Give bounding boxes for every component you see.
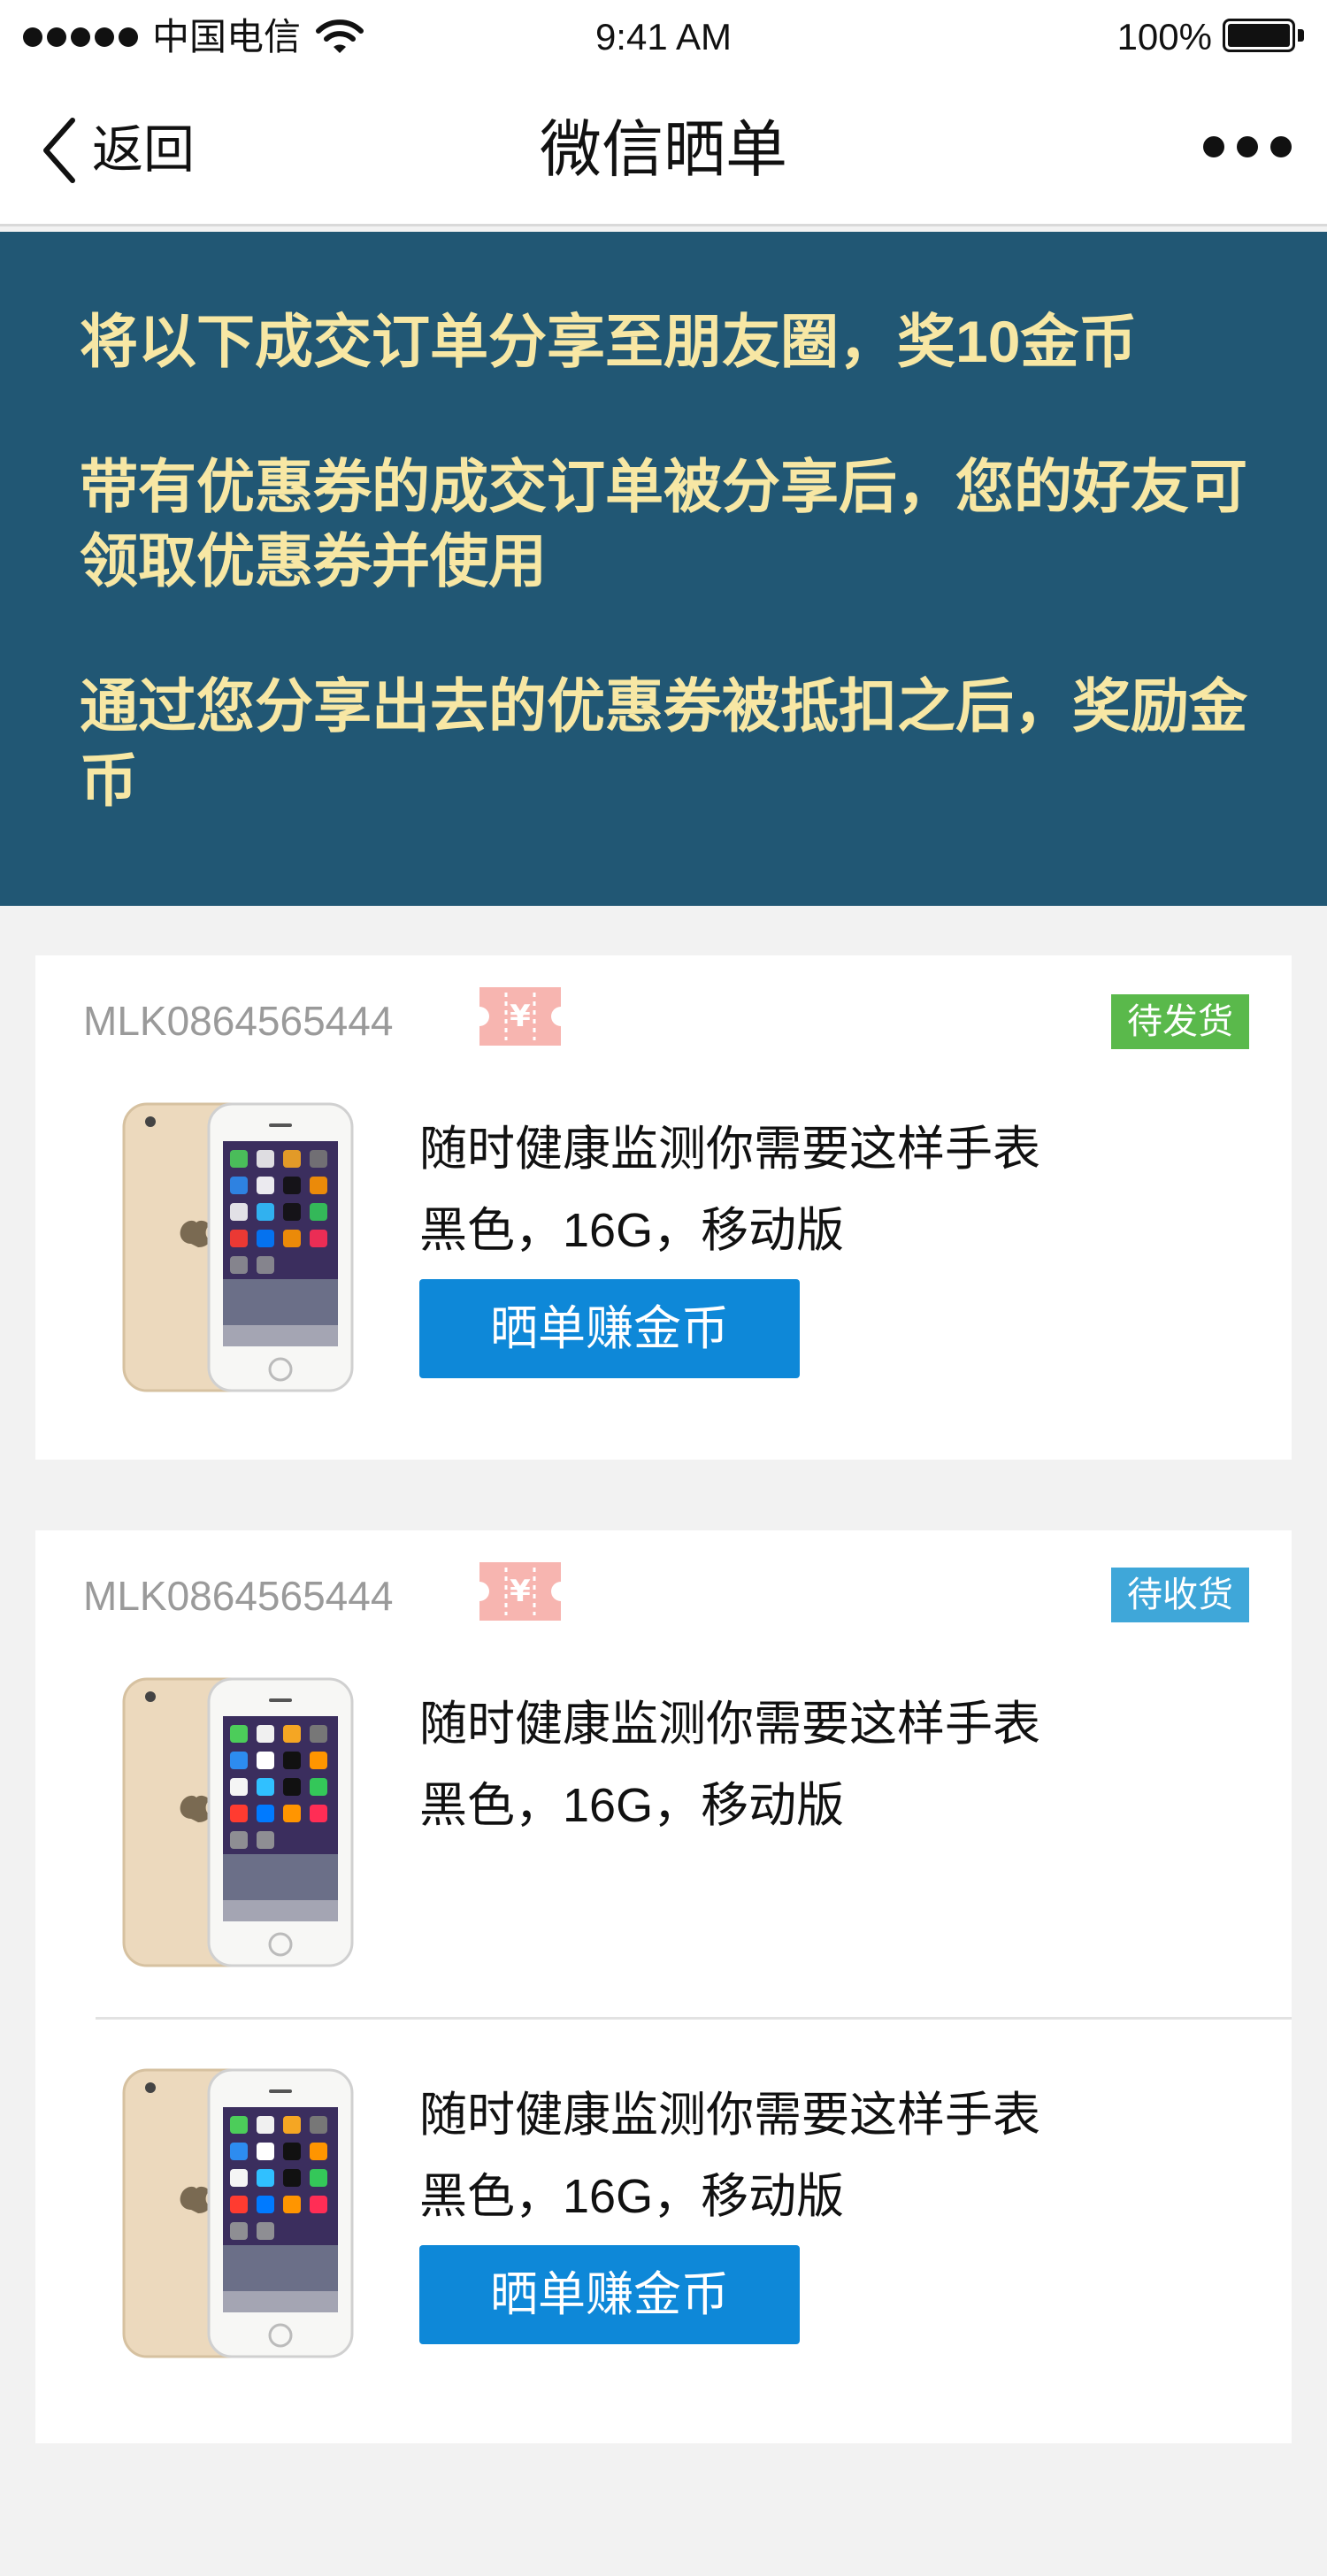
order-number: MLK0864565444: [83, 998, 394, 1044]
phone-product-image: [122, 1102, 354, 1392]
status-badge: 待收货: [1111, 1568, 1249, 1622]
product-name: 随时健康监测你需要这样手表: [419, 1123, 1040, 1176]
status-right: 100%: [1117, 12, 1304, 62]
status-bar: 中国电信 9:41 AM 100%: [0, 0, 1327, 76]
more-options-icon[interactable]: [1203, 127, 1292, 166]
order-number: MLK0864565444: [83, 1573, 394, 1619]
coupon-symbol: ¥: [510, 1574, 531, 1609]
product-item[interactable]: 随时健康监测你需要这样手表 黑色，16G，移动版 晒单赚金币: [83, 2068, 1292, 2369]
coupon-icon: ¥: [479, 987, 561, 1046]
nav-bar: 返回 微信晒单: [0, 76, 1327, 226]
phone-product-image: [122, 2068, 354, 2358]
info-banner: 将以下成交订单分享至朋友圈，奖10金币 带有优惠券的成交订单被分享后，您的好友可…: [0, 232, 1327, 906]
product-item[interactable]: 随时健康监测你需要这样手表 黑色，16G，移动版: [83, 1677, 1292, 1978]
banner-bonus-text: 通过您分享出去的优惠券被抵扣之后，奖励金币: [80, 673, 1247, 813]
product-spec: 黑色，16G，移动版: [419, 2170, 845, 2223]
banner-reward-text: 将以下成交订单分享至朋友圈，奖10金币: [80, 309, 1138, 374]
product-name: 随时健康监测你需要这样手表: [419, 2089, 1040, 2142]
order-card: MLK0864565444 ¥ 待收货 随时健康监测你需要这样手表 黑色，16G…: [35, 1530, 1292, 2443]
coupon-icon: ¥: [479, 1562, 561, 1621]
product-name: 随时健康监测你需要这样手表: [419, 1698, 1040, 1751]
battery-icon: [1223, 19, 1304, 56]
phone-product-image: [122, 1677, 354, 1967]
divider: [96, 2017, 1292, 2020]
share-earn-coins-button[interactable]: 晒单赚金币: [419, 2245, 800, 2344]
share-earn-coins-button[interactable]: 晒单赚金币: [419, 1279, 800, 1378]
coupon-symbol: ¥: [510, 999, 531, 1034]
order-card: MLK0864565444 ¥ 待发货 随时健康监测你需要这样手表 黑色，16G…: [35, 955, 1292, 1460]
product-spec: 黑色，16G，移动版: [419, 1204, 845, 1257]
battery-percent: 100%: [1116, 16, 1212, 58]
status-badge: 待发货: [1111, 994, 1249, 1049]
product-spec: 黑色，16G，移动版: [419, 1779, 845, 1832]
product-item[interactable]: 随时健康监测你需要这样手表 黑色，16G，移动版 晒单赚金币: [83, 1102, 1292, 1403]
banner-coupon-text: 带有优惠券的成交订单被分享后，您的好友可领取优惠券并使用: [80, 454, 1247, 594]
page-title: 微信晒单: [540, 115, 787, 184]
